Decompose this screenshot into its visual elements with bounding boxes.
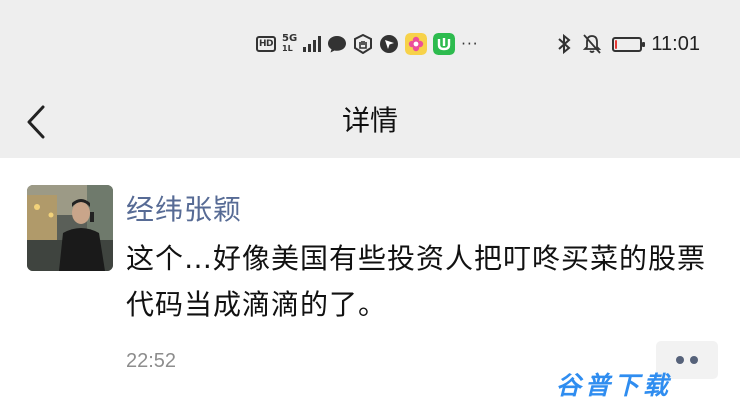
sender-name[interactable]: 经纬张颖: [126, 188, 242, 228]
chat-bubble-icon: [328, 36, 347, 53]
status-time: 11:01: [651, 32, 700, 55]
page-title: 详情: [341, 104, 398, 137]
shield-icon: [354, 34, 373, 54]
green-app-icon: [433, 33, 456, 55]
bluetooth-icon: [558, 33, 571, 55]
battery-level: [615, 39, 618, 49]
hd-icon: HD: [256, 36, 276, 52]
status-left-icons: HD 5G 1L ···: [256, 31, 478, 57]
battery-icon: [612, 36, 646, 52]
dot: [676, 356, 684, 364]
watermark: 谷普下载: [556, 371, 673, 400]
5g-signal-icon: 5G 1L: [282, 33, 298, 54]
dot: [690, 356, 698, 364]
avatar-photo: [27, 185, 113, 271]
more-notifications-icon: ···: [461, 35, 479, 53]
signal-bars-icon: [303, 36, 322, 52]
message-time: 22:52: [126, 350, 177, 372]
nav-bar: 详情: [0, 86, 740, 158]
location-icon: [380, 35, 399, 53]
mute-icon: [583, 34, 602, 54]
message-content: 这个…好像美国有些投资人把叮咚买菜的股票代码当成滴滴的了。: [126, 242, 707, 321]
status-bar: HD 5G 1L ··· 11:01: [0, 0, 740, 86]
status-right-icons: 11:01: [556, 31, 700, 57]
flower-app-icon: [405, 33, 428, 55]
avatar[interactable]: [27, 185, 113, 271]
